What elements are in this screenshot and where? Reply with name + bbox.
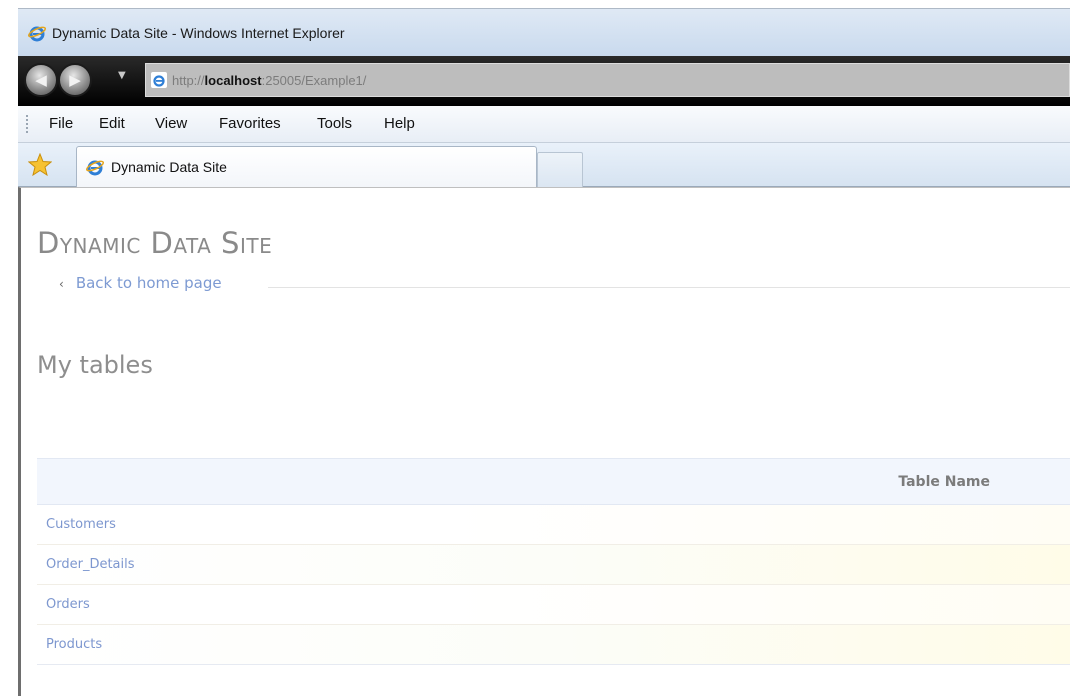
navigation-bar: ◀ ▶ ▼ http://localhost:25005/Example1/: [18, 56, 1070, 106]
site-title: Dynamic Data Site: [37, 226, 273, 260]
back-arrow-icon: ◀: [35, 71, 47, 89]
table-link-customers[interactable]: Customers: [37, 504, 1070, 545]
menu-bar: File Edit View Favorites Tools Help: [18, 106, 1070, 143]
forward-arrow-icon: ▶: [69, 71, 81, 89]
tables-grid: Table Name Customers Order_Details Order…: [37, 458, 1070, 665]
table-link-order-details[interactable]: Order_Details: [37, 544, 1070, 585]
table-row: Products: [37, 624, 1070, 665]
internet-explorer-icon: [86, 160, 104, 176]
url-prefix: http://: [172, 73, 205, 88]
breadcrumb-divider: [268, 287, 1070, 288]
forward-button[interactable]: ▶: [58, 63, 92, 97]
address-bar[interactable]: http://localhost:25005/Example1/: [145, 63, 1070, 97]
tab-dynamic-data-site[interactable]: Dynamic Data Site: [76, 146, 537, 187]
column-header-table-name[interactable]: Table Name: [37, 458, 1070, 505]
browser-window: Dynamic Data Site - Windows Internet Exp…: [0, 0, 1070, 696]
table-row: Order_Details: [37, 544, 1070, 585]
table-bottom-border: [37, 664, 1070, 665]
url-host: localhost: [204, 73, 262, 88]
tab-bar: Dynamic Data Site: [18, 143, 1070, 187]
page-content: Dynamic Data Site ‹ Back to home page My …: [18, 187, 1070, 696]
url-path: :25005/Example1/: [261, 73, 367, 88]
address-url[interactable]: http://localhost:25005/Example1/: [172, 73, 366, 88]
menu-help[interactable]: Help: [384, 115, 415, 132]
new-tab-button[interactable]: [537, 152, 583, 187]
page-icon: [151, 72, 167, 88]
toolbar-grip: [26, 115, 28, 134]
recent-pages-dropdown-icon[interactable]: ▼: [118, 70, 126, 81]
menu-view[interactable]: View: [155, 115, 187, 132]
menu-edit[interactable]: Edit: [99, 115, 125, 132]
window-title: Dynamic Data Site - Windows Internet Exp…: [52, 25, 345, 41]
favorites-star-icon[interactable]: [28, 153, 52, 176]
menu-file[interactable]: File: [49, 115, 73, 132]
table-link-orders[interactable]: Orders: [37, 584, 1070, 625]
chevron-left-icon: ‹: [59, 277, 64, 291]
back-to-home-link[interactable]: Back to home page: [76, 274, 222, 292]
table-row: Customers: [37, 504, 1070, 545]
tab-label: Dynamic Data Site: [111, 159, 227, 175]
table-row: Orders: [37, 584, 1070, 625]
internet-explorer-icon: [28, 26, 46, 42]
table-link-products[interactable]: Products: [37, 624, 1070, 665]
title-bar: Dynamic Data Site - Windows Internet Exp…: [18, 8, 1070, 56]
section-heading: My tables: [37, 351, 153, 379]
back-button[interactable]: ◀: [24, 63, 58, 97]
menu-favorites[interactable]: Favorites: [219, 115, 281, 132]
breadcrumb: ‹ Back to home page: [59, 274, 222, 292]
table-header-row: Table Name: [37, 458, 1070, 505]
menu-tools[interactable]: Tools: [317, 115, 352, 132]
